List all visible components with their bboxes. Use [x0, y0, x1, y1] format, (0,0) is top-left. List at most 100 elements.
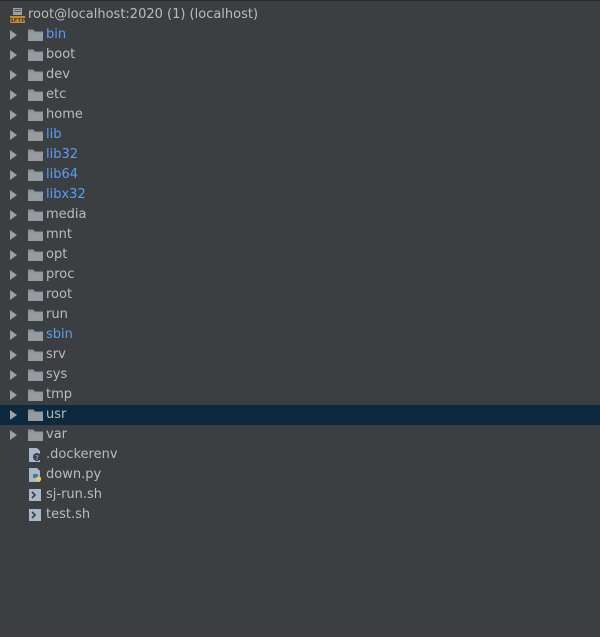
tree-item-label: usr	[46, 407, 67, 422]
folder-icon	[28, 168, 43, 182]
expand-arrow-icon[interactable]	[10, 50, 17, 60]
tree-item[interactable]: etc	[0, 85, 600, 105]
folder-icon	[28, 108, 43, 122]
svg-text:SFTP: SFTP	[10, 18, 25, 23]
expand-arrow-icon[interactable]	[10, 350, 17, 360]
expand-arrow-icon[interactable]	[10, 370, 17, 380]
folder-icon	[28, 328, 43, 342]
folder-icon	[28, 88, 43, 102]
tree-item-label: down.py	[46, 467, 102, 482]
tree-item-label: lib	[46, 127, 62, 142]
tree-item-label: bin	[46, 27, 67, 42]
expand-arrow-icon[interactable]	[10, 270, 17, 280]
tree-item[interactable]: libx32	[0, 185, 600, 205]
tree-item-label: media	[46, 207, 87, 222]
tree-item[interactable]: sys	[0, 365, 600, 385]
sftp-server-icon: SFTP	[10, 8, 25, 24]
folder-icon	[28, 28, 43, 42]
tree-item-label: tmp	[46, 387, 73, 402]
tree-item[interactable]: proc	[0, 265, 600, 285]
tree-item-label: sys	[46, 367, 68, 382]
folder-icon	[28, 208, 43, 222]
expand-arrow-icon[interactable]	[10, 70, 17, 80]
tree-item[interactable]: media	[0, 205, 600, 225]
tree-item-label: etc	[46, 87, 67, 102]
tree-item-label: sj-run.sh	[46, 487, 103, 502]
tree-item-label: home	[46, 107, 83, 122]
expand-arrow-icon[interactable]	[10, 150, 17, 160]
tree-item[interactable]: sj-run.sh	[0, 485, 600, 505]
folder-icon	[28, 68, 43, 82]
tree-item-label: lib32	[46, 147, 79, 162]
expand-arrow-icon[interactable]	[10, 90, 17, 100]
folder-icon	[28, 268, 43, 282]
folder-icon	[28, 348, 43, 362]
expand-arrow-icon[interactable]	[10, 170, 17, 180]
tree-item[interactable]: dev	[0, 65, 600, 85]
tree-item[interactable]: bin	[0, 25, 600, 45]
expand-arrow-icon[interactable]	[10, 390, 17, 400]
tree-item[interactable]: ? .dockerenv	[0, 445, 600, 465]
expand-arrow-icon[interactable]	[10, 130, 17, 140]
tree-root-node[interactable]: SFTP root@localhost:2020 (1) (localhost)	[0, 5, 600, 25]
tree-item-label: srv	[46, 347, 66, 362]
svg-text:?: ?	[35, 454, 39, 462]
expand-arrow-icon[interactable]	[10, 210, 17, 220]
file-tree: SFTP root@localhost:2020 (1) (localhost)…	[0, 5, 600, 525]
tree-item[interactable]: srv	[0, 345, 600, 365]
shell-script-icon	[28, 488, 43, 502]
tree-item[interactable]: test.sh	[0, 505, 600, 525]
folder-icon	[28, 128, 43, 142]
tree-item[interactable]: var	[0, 425, 600, 445]
expand-arrow-icon[interactable]	[10, 110, 17, 120]
folder-icon	[28, 428, 43, 442]
tree-root-label: root@localhost:2020 (1) (localhost)	[28, 7, 259, 22]
expand-arrow-icon[interactable]	[10, 250, 17, 260]
tree-item-label: .dockerenv	[46, 447, 118, 462]
folder-icon	[28, 288, 43, 302]
expand-arrow-icon[interactable]	[10, 30, 17, 40]
tree-item[interactable]: lib	[0, 125, 600, 145]
tree-item[interactable]: usr	[0, 405, 600, 425]
tree-item-label: mnt	[46, 227, 72, 242]
expand-arrow-icon[interactable]	[10, 330, 17, 340]
expand-arrow-icon[interactable]	[10, 290, 17, 300]
tree-item-label: libx32	[46, 187, 86, 202]
tree-item[interactable]: home	[0, 105, 600, 125]
tree-item[interactable]: sbin	[0, 325, 600, 345]
remote-host-panel: SFTP root@localhost:2020 (1) (localhost)…	[0, 0, 600, 637]
tree-item[interactable]: mnt	[0, 225, 600, 245]
expand-arrow-icon[interactable]	[10, 310, 17, 320]
tree-item-label: boot	[46, 47, 76, 62]
tree-item[interactable]: run	[0, 305, 600, 325]
folder-icon	[28, 148, 43, 162]
tree-item-label: run	[46, 307, 68, 322]
expand-arrow-icon[interactable]	[10, 410, 17, 420]
tree-item[interactable]: down.py	[0, 465, 600, 485]
folder-icon	[28, 408, 43, 422]
tree-item[interactable]: root	[0, 285, 600, 305]
folder-icon	[28, 368, 43, 382]
tree-item-label: root	[46, 287, 73, 302]
tree-item[interactable]: opt	[0, 245, 600, 265]
folder-icon	[28, 388, 43, 402]
tree-item-label: proc	[46, 267, 75, 282]
expand-arrow-icon[interactable]	[10, 230, 17, 240]
expand-arrow-icon[interactable]	[10, 190, 17, 200]
unknown-file-icon: ?	[28, 448, 43, 462]
folder-icon	[28, 308, 43, 322]
tree-item-label: var	[46, 427, 68, 442]
tree-item[interactable]: boot	[0, 45, 600, 65]
shell-script-icon	[28, 508, 43, 522]
folder-icon	[28, 248, 43, 262]
tree-item-label: test.sh	[46, 507, 91, 522]
tree-item[interactable]: lib64	[0, 165, 600, 185]
tree-item-label: opt	[46, 247, 68, 262]
tree-item[interactable]: tmp	[0, 385, 600, 405]
folder-icon	[28, 228, 43, 242]
tree-item-label: dev	[46, 67, 70, 82]
tree-item-label: sbin	[46, 327, 73, 342]
expand-arrow-icon[interactable]	[10, 430, 17, 440]
folder-icon	[28, 48, 43, 62]
tree-item[interactable]: lib32	[0, 145, 600, 165]
